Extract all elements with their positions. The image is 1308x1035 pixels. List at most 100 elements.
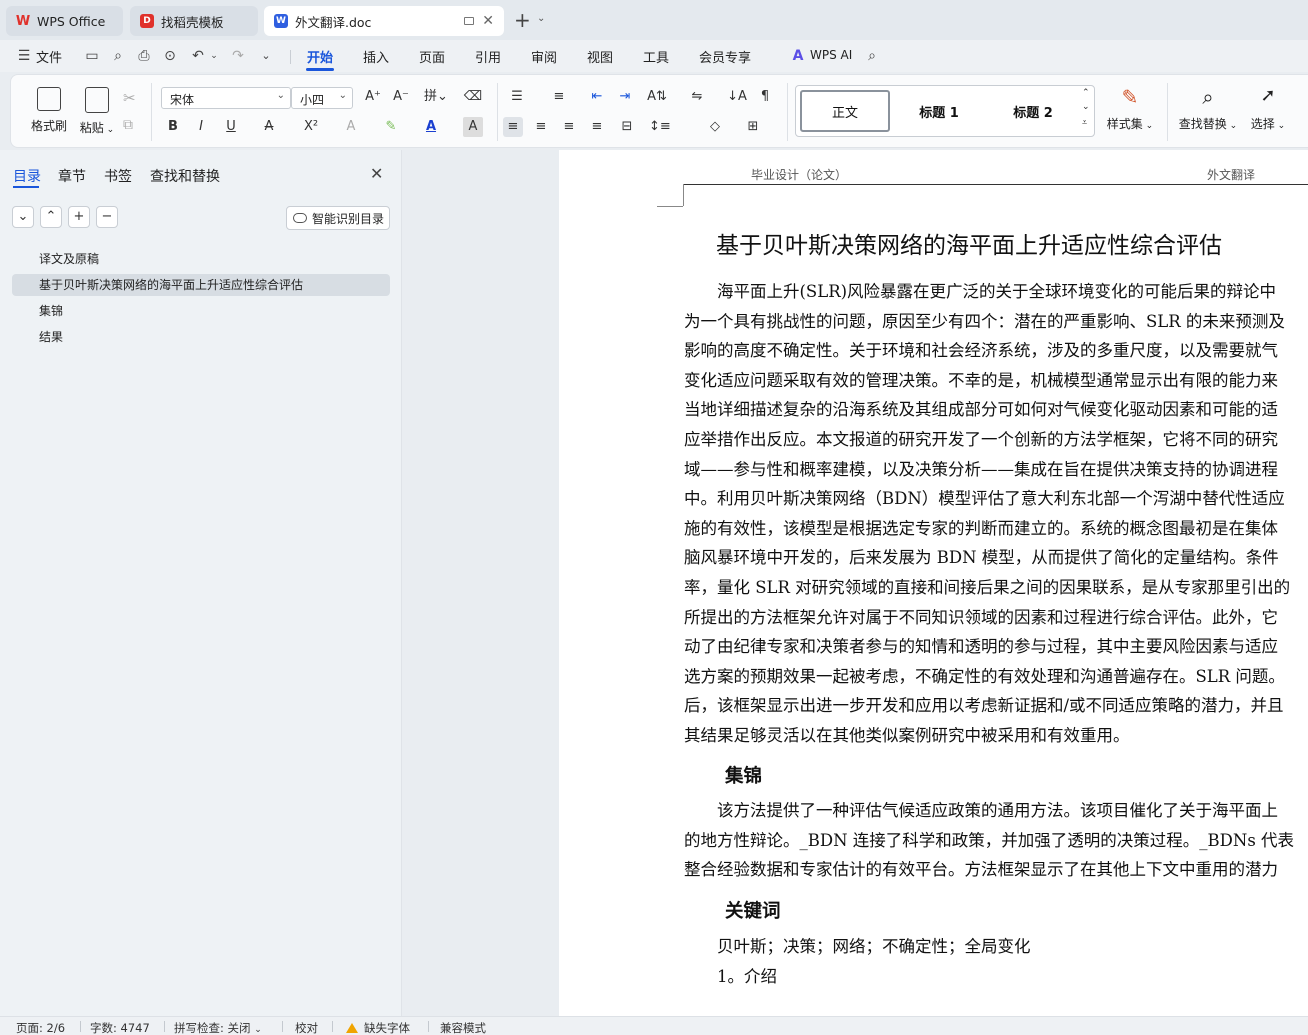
restore-window-icon[interactable] [464, 17, 474, 25]
text-effect-icon[interactable]: A [341, 117, 361, 137]
decrease-indent-icon[interactable]: ⇤ [587, 87, 607, 107]
more-quick-access-icon[interactable]: ⌄ [258, 48, 274, 64]
spell-check-toggle[interactable]: 拼写检查: 关闭 ⌄ [174, 1020, 262, 1035]
increase-indent-icon[interactable]: ⇥ [615, 87, 635, 107]
superscript-icon[interactable]: X² [301, 117, 321, 137]
show-marks-icon[interactable]: ¶ [755, 87, 775, 107]
clear-format-icon[interactable]: ⌫ [463, 87, 483, 107]
decrease-font-icon[interactable]: A⁻ [391, 87, 411, 107]
document-page[interactable]: 毕业设计（论文） 外文翻译 基于贝叶斯决策网络的海平面上升适应性综合评估 海平面… [559, 150, 1308, 1016]
cut-icon[interactable]: ✂ [123, 89, 136, 107]
font-color-icon[interactable]: A [421, 117, 441, 137]
hamburger-menu-icon[interactable]: ☰ [16, 48, 32, 64]
close-pane-icon[interactable]: ✕ [370, 164, 383, 183]
close-tab-icon[interactable]: ✕ [482, 13, 494, 29]
undo-dropdown-icon[interactable]: ⌄ [206, 48, 222, 64]
print-icon[interactable]: ⎙ [136, 48, 152, 64]
bullet-list-icon[interactable]: ☰ [507, 87, 527, 107]
warning-icon [346, 1023, 358, 1033]
undo-icon[interactable]: ↶ [190, 48, 206, 64]
styles-expand-icon[interactable]: ⩡ [1082, 118, 1087, 128]
smart-toc-button[interactable]: 智能识别目录 [286, 206, 390, 230]
tab-page[interactable]: 页面 [419, 47, 445, 66]
page-header-left: 毕业设计（论文） [751, 168, 848, 182]
italic-icon[interactable]: I [191, 117, 211, 137]
character-shading-icon[interactable]: A [463, 117, 483, 137]
nav-tab-bookmarks[interactable]: 书签 [104, 166, 132, 186]
expand-all-button[interactable]: ⌄ [12, 206, 34, 228]
underline-icon[interactable]: U [221, 117, 241, 137]
increase-font-icon[interactable]: A⁺ [363, 87, 383, 107]
print-preview-icon[interactable]: ⊙ [162, 48, 178, 64]
justify-icon[interactable]: ≡ [587, 117, 607, 137]
numbered-list-icon[interactable]: ≡ [549, 87, 569, 107]
align-right-icon[interactable]: ≡ [559, 117, 579, 137]
tab-wps-office[interactable]: W WPS Office [6, 6, 123, 36]
find-replace-button[interactable]: ⌕ 查找替换 ⌄ [1177, 85, 1239, 132]
styles-scroll-up-icon[interactable]: ⌃ [1082, 88, 1090, 98]
paragraph-shading-icon[interactable]: ◇ [705, 117, 725, 137]
tab-home[interactable]: 开始 [307, 47, 333, 66]
tab-member[interactable]: 会员专享 [699, 47, 751, 66]
word-count[interactable]: 字数: 4747 [90, 1020, 150, 1035]
copy-icon[interactable]: ⧉ [123, 117, 133, 133]
export-icon[interactable]: ⌕ [110, 48, 126, 64]
add-heading-button[interactable]: + [68, 206, 90, 228]
keywords-paragraph: 贝叶斯；决策；网络；不确定性；全局变化 1。介绍 [684, 932, 1308, 991]
text-line: 后，该框架显示出进一步开发和应用以考虑新证据和/或不同适应策略的潜力，并且 [684, 696, 1284, 716]
tab-tools[interactable]: 工具 [643, 47, 669, 66]
collapse-all-button[interactable]: ⌃ [40, 206, 62, 228]
remove-heading-button[interactable]: − [96, 206, 118, 228]
distributed-align-icon[interactable]: ⊟ [617, 117, 637, 137]
paste-button[interactable]: 粘贴 ⌄ [75, 87, 119, 136]
find-icon: ⌕ [1202, 85, 1214, 109]
format-painter-button[interactable]: 格式刷 [27, 87, 71, 134]
missing-fonts-button[interactable]: 缺失字体 [346, 1020, 410, 1035]
font-size-select[interactable]: 小四 ⌄ [291, 87, 353, 109]
bold-icon[interactable]: B [163, 117, 183, 137]
new-tab-dropdown-icon[interactable]: ⌄ [537, 13, 545, 24]
toc-item-label: 集锦 [39, 304, 64, 318]
borders-icon[interactable]: ⊞ [743, 117, 763, 137]
style-heading-1[interactable]: 标题 1 [894, 90, 984, 132]
style-set-button[interactable]: ✎ 样式集 ⌄ [1103, 85, 1157, 132]
redo-icon[interactable]: ↷ [230, 48, 246, 64]
text-line: 该方法提供了一种评估气候适应政策的通用方法。该项目催化了关于海平面上 [684, 801, 1278, 820]
toc-item[interactable]: 结果 [12, 326, 390, 348]
align-left-icon[interactable]: ≡ [503, 117, 523, 137]
nav-tab-toc[interactable]: 目录 [13, 166, 41, 186]
tab-docer-templates[interactable]: D 找稻壳模板 [130, 6, 258, 36]
sort-icon[interactable]: ↓A [727, 87, 747, 107]
proofread-button[interactable]: 校对 [295, 1020, 318, 1035]
highlights-paragraph: 该方法提供了一种评估气候适应政策的通用方法。该项目催化了关于海平面上 的地方性辩… [684, 796, 1308, 885]
tab-review[interactable]: 审阅 [531, 47, 557, 66]
tab-insert[interactable]: 插入 [363, 47, 389, 66]
strikethrough-icon[interactable]: A [259, 117, 279, 137]
nav-tab-sections[interactable]: 章节 [58, 166, 86, 186]
toc-item-selected[interactable]: 基于贝叶斯决策网络的海平面上升适应性综合评估 [12, 274, 390, 296]
style-normal[interactable]: 正文 [800, 90, 890, 132]
new-tab-button[interactable]: + [514, 10, 531, 30]
toc-item[interactable]: 集锦 [12, 300, 390, 322]
tab-document[interactable]: W 外文翻译.doc ✕ [264, 6, 504, 36]
search-icon[interactable]: ⌕ [864, 48, 880, 64]
align-center-icon[interactable]: ≡ [531, 117, 551, 137]
styles-scroll-down-icon[interactable]: ⌄ [1082, 102, 1090, 112]
page-indicator[interactable]: 页面: 2/6 [16, 1020, 65, 1035]
line-spacing-icon[interactable]: ↕≡ [649, 117, 671, 137]
chinese-layout-icon[interactable]: ⇋ [687, 87, 707, 107]
tab-view[interactable]: 视图 [587, 47, 613, 66]
highlight-icon[interactable]: ✎ [381, 117, 401, 137]
phonetic-guide-icon[interactable]: 拼⌄ [421, 87, 451, 107]
nav-tab-find-replace[interactable]: 查找和替换 [150, 166, 220, 186]
text-direction-icon[interactable]: A⇅ [647, 87, 667, 107]
style-heading-2[interactable]: 标题 2 [988, 90, 1078, 132]
file-menu[interactable]: 文件 [36, 47, 62, 66]
wps-logo-icon: W [15, 13, 31, 29]
font-name-select[interactable]: 宋体 ⌄ [161, 87, 291, 109]
tab-references[interactable]: 引用 [475, 47, 501, 66]
select-button[interactable]: ➚ 选择 ⌄ [1245, 85, 1291, 132]
toc-item[interactable]: 译文及原稿 [12, 248, 390, 270]
save-icon[interactable]: ▭ [84, 48, 100, 64]
wps-ai-button[interactable]: WPS AI [810, 48, 852, 62]
